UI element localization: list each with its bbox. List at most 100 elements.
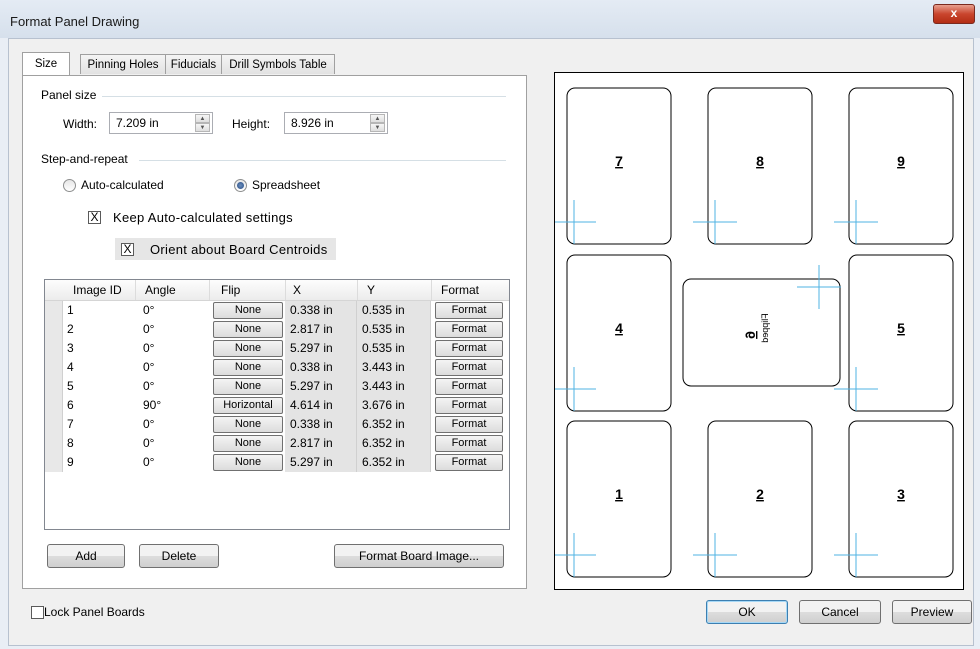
- orient-centroids-label[interactable]: Orient about Board Centroids: [150, 242, 328, 257]
- cell-image-id[interactable]: 6: [67, 398, 74, 412]
- table-row[interactable]: 4 0° None 0.338 in 3.443 in Format: [45, 358, 509, 377]
- cell-y[interactable]: 6.352 in: [362, 436, 405, 450]
- cell-x[interactable]: 2.817 in: [290, 322, 333, 336]
- cell-angle[interactable]: 0°: [143, 303, 154, 317]
- row-selector[interactable]: [45, 453, 63, 472]
- cell-y[interactable]: 0.535 in: [362, 303, 405, 317]
- cancel-button[interactable]: Cancel: [799, 600, 881, 624]
- column-header-y[interactable]: Y: [367, 283, 375, 297]
- format-row-button[interactable]: Format: [435, 454, 503, 471]
- column-header-x[interactable]: X: [293, 283, 301, 297]
- format-row-button[interactable]: Format: [435, 435, 503, 452]
- cell-angle[interactable]: 0°: [143, 436, 154, 450]
- flip-button[interactable]: Horizontal: [213, 397, 283, 414]
- spin-down-icon[interactable]: ▼: [370, 123, 385, 132]
- column-header-image-id[interactable]: Image ID: [73, 283, 122, 297]
- row-selector[interactable]: [45, 301, 63, 320]
- cell-y[interactable]: 3.676 in: [362, 398, 405, 412]
- row-selector[interactable]: [45, 320, 63, 339]
- spreadsheet-radio[interactable]: [234, 179, 247, 192]
- cell-x[interactable]: 5.297 in: [290, 455, 333, 469]
- width-spinner[interactable]: ▲ ▼: [195, 114, 210, 132]
- cell-angle[interactable]: 0°: [143, 360, 154, 374]
- cell-angle[interactable]: 90°: [143, 398, 161, 412]
- row-selector[interactable]: [45, 358, 63, 377]
- cell-image-id[interactable]: 8: [67, 436, 74, 450]
- cell-y[interactable]: 6.352 in: [362, 455, 405, 469]
- cell-image-id[interactable]: 2: [67, 322, 74, 336]
- keep-auto-checkbox[interactable]: X: [88, 211, 101, 224]
- flip-button[interactable]: None: [213, 378, 283, 395]
- table-row[interactable]: 9 0° None 5.297 in 6.352 in Format: [45, 453, 509, 472]
- cell-y[interactable]: 6.352 in: [362, 417, 405, 431]
- keep-auto-label[interactable]: Keep Auto-calculated settings: [113, 210, 293, 225]
- row-selector[interactable]: [45, 377, 63, 396]
- column-header-format[interactable]: Format: [441, 283, 479, 297]
- format-row-button[interactable]: Format: [435, 397, 503, 414]
- cell-angle[interactable]: 0°: [143, 379, 154, 393]
- cell-y[interactable]: 3.443 in: [362, 360, 405, 374]
- flip-button[interactable]: None: [213, 435, 283, 452]
- row-selector[interactable]: [45, 415, 63, 434]
- table-row[interactable]: 2 0° None 2.817 in 0.535 in Format: [45, 320, 509, 339]
- cell-y[interactable]: 0.535 in: [362, 322, 405, 336]
- table-row[interactable]: 5 0° None 5.297 in 3.443 in Format: [45, 377, 509, 396]
- column-header-angle[interactable]: Angle: [145, 283, 176, 297]
- cell-image-id[interactable]: 1: [67, 303, 74, 317]
- flip-button[interactable]: None: [213, 321, 283, 338]
- ok-button[interactable]: OK: [706, 600, 788, 624]
- column-header-flip[interactable]: Flip: [221, 283, 240, 297]
- spin-up-icon[interactable]: ▲: [370, 114, 385, 123]
- cell-y[interactable]: 3.443 in: [362, 379, 405, 393]
- orient-centroids-checkbox[interactable]: X: [121, 243, 134, 256]
- table-row[interactable]: 3 0° None 5.297 in 0.535 in Format: [45, 339, 509, 358]
- row-selector[interactable]: [45, 396, 63, 415]
- table-row[interactable]: 8 0° None 2.817 in 6.352 in Format: [45, 434, 509, 453]
- auto-calculated-label[interactable]: Auto-calculated: [81, 178, 164, 192]
- cell-image-id[interactable]: 4: [67, 360, 74, 374]
- cell-x[interactable]: 5.297 in: [290, 379, 333, 393]
- close-button[interactable]: x: [933, 4, 975, 24]
- lock-panel-boards-checkbox[interactable]: [31, 606, 44, 619]
- cell-y[interactable]: 0.535 in: [362, 341, 405, 355]
- row-selector[interactable]: [45, 434, 63, 453]
- cell-angle[interactable]: 0°: [143, 322, 154, 336]
- height-spinner[interactable]: ▲ ▼: [370, 114, 385, 132]
- format-row-button[interactable]: Format: [435, 359, 503, 376]
- lock-panel-boards-label[interactable]: Lock Panel Boards: [44, 605, 145, 619]
- auto-calculated-radio[interactable]: [63, 179, 76, 192]
- format-board-image-button[interactable]: Format Board Image...: [334, 544, 504, 568]
- spin-down-icon[interactable]: ▼: [195, 123, 210, 132]
- flip-button[interactable]: None: [213, 340, 283, 357]
- preview-button[interactable]: Preview: [892, 600, 972, 624]
- width-field[interactable]: 7.209 in ▲ ▼: [109, 112, 213, 134]
- tab-fiducials[interactable]: Fiducials: [165, 54, 222, 74]
- height-field[interactable]: 8.926 in ▲ ▼: [284, 112, 388, 134]
- flip-button[interactable]: None: [213, 454, 283, 471]
- cell-angle[interactable]: 0°: [143, 455, 154, 469]
- cell-angle[interactable]: 0°: [143, 417, 154, 431]
- cell-x[interactable]: 0.338 in: [290, 303, 333, 317]
- cell-x[interactable]: 4.614 in: [290, 398, 333, 412]
- spin-up-icon[interactable]: ▲: [195, 114, 210, 123]
- image-table[interactable]: Image ID Angle Flip X Y Format 1 0° None 0.…: [44, 279, 510, 530]
- add-button[interactable]: Add: [47, 544, 125, 568]
- cell-x[interactable]: 2.817 in: [290, 436, 333, 450]
- table-row[interactable]: 1 0° None 0.338 in 0.535 in Format: [45, 301, 509, 320]
- table-row[interactable]: 6 90° Horizontal 4.614 in 3.676 in Format: [45, 396, 509, 415]
- flip-button[interactable]: None: [213, 302, 283, 319]
- tab-drill-symbols-table[interactable]: Drill Symbols Table: [221, 54, 335, 74]
- cell-angle[interactable]: 0°: [143, 341, 154, 355]
- flip-button[interactable]: None: [213, 416, 283, 433]
- table-row[interactable]: 7 0° None 0.338 in 6.352 in Format: [45, 415, 509, 434]
- cell-x[interactable]: 0.338 in: [290, 417, 333, 431]
- format-row-button[interactable]: Format: [435, 321, 503, 338]
- delete-button[interactable]: Delete: [139, 544, 219, 568]
- format-row-button[interactable]: Format: [435, 416, 503, 433]
- format-row-button[interactable]: Format: [435, 378, 503, 395]
- cell-image-id[interactable]: 3: [67, 341, 74, 355]
- cell-image-id[interactable]: 5: [67, 379, 74, 393]
- flip-button[interactable]: None: [213, 359, 283, 376]
- tab-size[interactable]: Size: [22, 52, 70, 75]
- cell-x[interactable]: 0.338 in: [290, 360, 333, 374]
